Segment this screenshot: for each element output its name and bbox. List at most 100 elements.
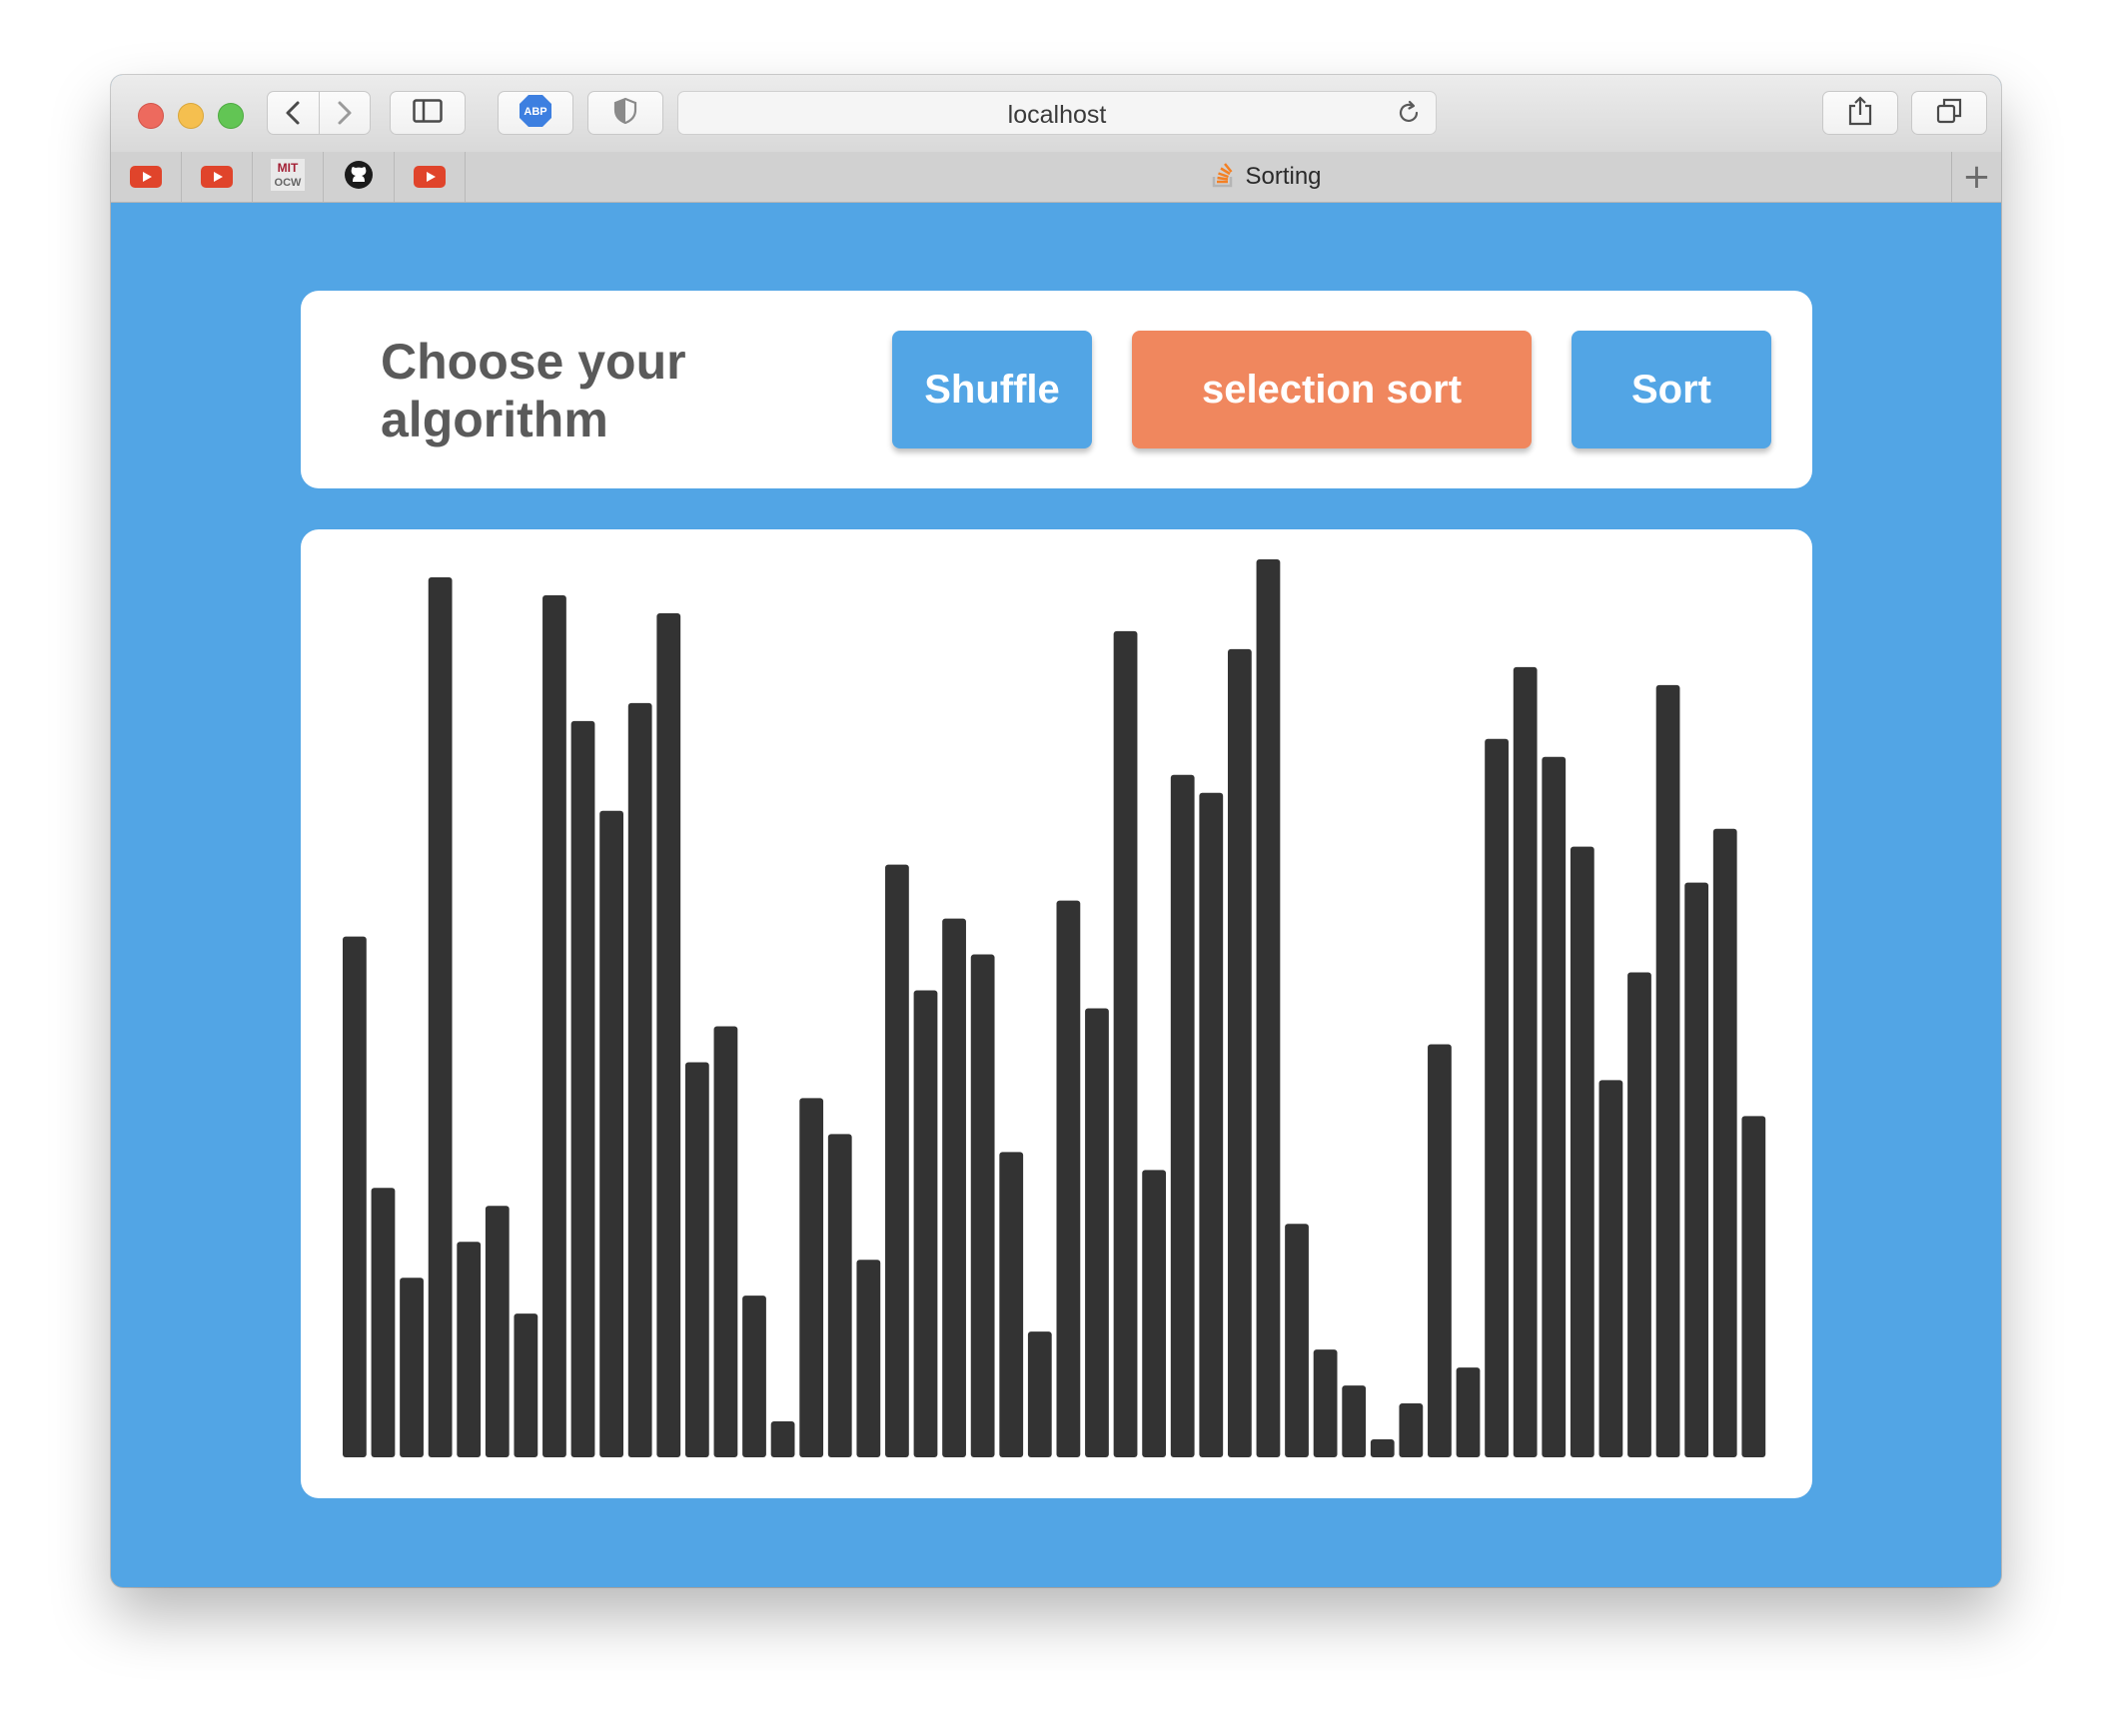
bar-2 xyxy=(400,1278,424,1457)
favorite-github[interactable] xyxy=(324,152,395,202)
page-heading: Choose your algorithm xyxy=(381,334,686,447)
stack-overflow-icon xyxy=(1211,162,1235,193)
mit-ocw-icon: MIT OCW xyxy=(271,158,305,196)
bar-12 xyxy=(684,1062,709,1457)
bar-38 xyxy=(1428,1044,1452,1457)
favorite-youtube-2[interactable] xyxy=(182,152,253,202)
bar-42 xyxy=(1542,756,1567,1457)
bar-30 xyxy=(1199,792,1224,1457)
bar-40 xyxy=(1485,738,1509,1457)
bar-14 xyxy=(742,1296,766,1457)
tabs-overview-icon xyxy=(1935,97,1963,130)
bar-26 xyxy=(1085,1008,1109,1457)
favorite-youtube-3[interactable] xyxy=(395,152,466,202)
privacy-button[interactable] xyxy=(587,91,663,135)
bar-47 xyxy=(1684,882,1709,1457)
bar-22 xyxy=(970,954,995,1457)
bar-15 xyxy=(770,1421,795,1457)
bar-8 xyxy=(570,720,595,1457)
bar-46 xyxy=(1655,684,1680,1457)
sort-button[interactable]: Sort xyxy=(1572,331,1771,448)
bar-7 xyxy=(542,594,566,1457)
bar-3 xyxy=(428,576,453,1457)
bar-31 xyxy=(1227,648,1252,1457)
favorite-mit-ocw[interactable]: MIT OCW xyxy=(253,152,324,202)
bar-44 xyxy=(1598,1080,1623,1457)
mit-label-bottom: OCW xyxy=(275,177,303,189)
back-icon[interactable] xyxy=(268,91,320,135)
minimize-window-button[interactable] xyxy=(178,103,204,129)
address-bar[interactable]: localhost xyxy=(677,91,1437,135)
github-icon xyxy=(344,160,374,195)
close-window-button[interactable] xyxy=(138,103,164,129)
bar-35 xyxy=(1342,1385,1367,1457)
share-icon xyxy=(1847,95,1873,131)
browser-window: ABP localhost MIT OCW Sorting + Choose y… xyxy=(111,75,2001,1587)
sidebar-icon xyxy=(413,98,443,128)
bar-45 xyxy=(1627,972,1651,1457)
adblock-button[interactable]: ABP xyxy=(498,91,573,135)
bar-chart xyxy=(343,559,1766,1457)
bar-34 xyxy=(1313,1349,1338,1457)
reload-icon[interactable] xyxy=(1396,100,1422,131)
bar-13 xyxy=(713,1026,738,1457)
sort-label: Sort xyxy=(1631,367,1711,412)
youtube-icon xyxy=(414,166,446,188)
bar-23 xyxy=(999,1152,1024,1457)
sidebar-button[interactable] xyxy=(390,91,466,135)
bar-6 xyxy=(514,1313,538,1457)
bar-18 xyxy=(856,1260,881,1457)
shuffle-button[interactable]: Shuffle xyxy=(892,331,1092,448)
tab-bar: MIT OCW Sorting + xyxy=(111,152,2001,203)
algorithm-select-button[interactable]: selection sort xyxy=(1132,331,1532,448)
bar-4 xyxy=(457,1242,482,1457)
algorithm-label: selection sort xyxy=(1201,367,1463,412)
bar-21 xyxy=(942,918,966,1457)
bar-20 xyxy=(913,990,938,1457)
bar-29 xyxy=(1170,774,1195,1457)
title-bar: ABP localhost xyxy=(111,75,2001,153)
url-text: localhost xyxy=(1007,101,1107,129)
shuffle-label: Shuffle xyxy=(924,367,1060,412)
bar-9 xyxy=(599,810,623,1457)
bar-10 xyxy=(627,702,652,1457)
bar-28 xyxy=(1142,1170,1167,1457)
bar-19 xyxy=(885,864,909,1457)
new-tab-label: + xyxy=(1962,157,1991,197)
bar-27 xyxy=(1113,630,1138,1457)
share-button[interactable] xyxy=(1822,91,1898,135)
maximize-window-button[interactable] xyxy=(218,103,244,129)
youtube-icon xyxy=(130,166,162,188)
bar-5 xyxy=(485,1206,510,1457)
bar-36 xyxy=(1370,1439,1395,1457)
tab-title: Sorting xyxy=(1245,163,1322,190)
adblock-icon: ABP xyxy=(519,94,552,133)
bar-17 xyxy=(827,1134,852,1457)
tab-sorting[interactable]: Sorting xyxy=(472,152,2001,202)
youtube-icon xyxy=(201,166,233,188)
bar-37 xyxy=(1399,1403,1424,1457)
bar-11 xyxy=(656,612,681,1457)
bar-48 xyxy=(1712,828,1737,1457)
favorite-youtube-1[interactable] xyxy=(111,152,182,202)
bar-25 xyxy=(1056,900,1081,1457)
bar-16 xyxy=(799,1098,824,1457)
controls-panel: Choose your algorithm Shuffle selection … xyxy=(301,291,1812,488)
forward-icon[interactable] xyxy=(320,100,371,126)
shield-icon xyxy=(613,97,637,130)
bar-49 xyxy=(1741,1116,1766,1457)
visualizer-panel xyxy=(301,529,1812,1498)
abp-label: ABP xyxy=(524,106,546,118)
bar-39 xyxy=(1456,1367,1481,1457)
mit-label-top: MIT xyxy=(278,161,299,175)
bar-33 xyxy=(1285,1224,1309,1457)
new-tab-button[interactable]: + xyxy=(1951,152,2001,202)
bar-43 xyxy=(1570,846,1594,1457)
nav-buttons xyxy=(267,91,371,135)
tabs-overview-button[interactable] xyxy=(1911,91,1987,135)
bar-32 xyxy=(1256,559,1281,1457)
bar-1 xyxy=(371,1188,396,1457)
bar-24 xyxy=(1027,1331,1052,1457)
bar-0 xyxy=(343,936,367,1457)
bar-41 xyxy=(1513,666,1538,1457)
